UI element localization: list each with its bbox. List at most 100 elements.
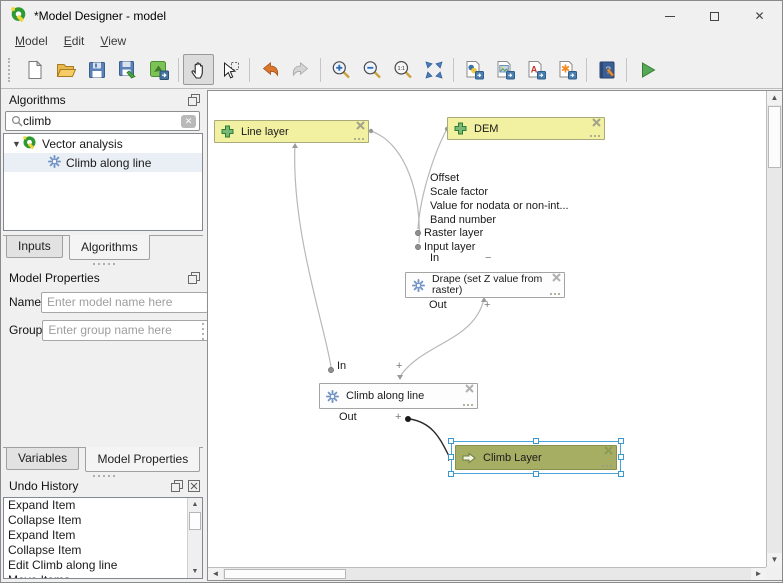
- export-as-image-button[interactable]: [489, 54, 520, 85]
- scroll-right-icon[interactable]: ►: [751, 568, 766, 580]
- remove-node-icon[interactable]: [592, 118, 601, 130]
- selection-handle[interactable]: [448, 454, 454, 460]
- menu-model[interactable]: Model: [7, 32, 56, 50]
- remove-node-icon[interactable]: [552, 273, 561, 285]
- undo-item[interactable]: Collapse Item: [4, 543, 202, 558]
- expand-outputs-toggle[interactable]: +: [484, 299, 490, 311]
- dock-splitter-handle[interactable]: [201, 321, 205, 341]
- tab-algorithms[interactable]: Algorithms: [69, 235, 150, 260]
- expander-icon[interactable]: ▼: [12, 139, 22, 149]
- float-panel-icon[interactable]: [188, 272, 200, 284]
- node-options-icon[interactable]: [602, 465, 613, 468]
- new-model-button[interactable]: [19, 54, 50, 85]
- export-as-svg-button[interactable]: [551, 54, 582, 85]
- node-options-icon[interactable]: [590, 135, 601, 138]
- selection-handle[interactable]: [618, 438, 624, 444]
- menu-view[interactable]: View: [92, 32, 134, 50]
- param-label: Offset: [430, 172, 459, 184]
- qgis-logo-icon: [10, 6, 27, 26]
- toolbar-grip[interactable]: [8, 58, 14, 82]
- menu-bar: Model Edit View: [1, 31, 782, 51]
- selection-handle[interactable]: [533, 471, 539, 477]
- param-label-socket: Raster layer: [424, 227, 483, 239]
- close-panel-icon[interactable]: [188, 480, 200, 492]
- selection-handle[interactable]: [618, 471, 624, 477]
- undo-item[interactable]: Expand Item: [4, 528, 202, 543]
- remove-node-icon[interactable]: [465, 384, 474, 396]
- selection-handle[interactable]: [448, 438, 454, 444]
- select-tool-button[interactable]: [214, 54, 245, 85]
- help-button[interactable]: ?: [591, 54, 622, 85]
- minimize-button[interactable]: [647, 1, 692, 31]
- dock-splitter-handle[interactable]: [1, 261, 206, 267]
- save-model-button[interactable]: [81, 54, 112, 85]
- node-climb-along-line[interactable]: Climb along line: [319, 383, 478, 409]
- zoom-in-button[interactable]: [325, 54, 356, 85]
- export-as-pdf-button[interactable]: A: [520, 54, 551, 85]
- export-as-python-button[interactable]: [458, 54, 489, 85]
- undo-list-scrollbar[interactable]: ▲ ▼: [187, 498, 202, 578]
- zoom-full-button[interactable]: [418, 54, 449, 85]
- undo-item[interactable]: Expand Item: [4, 498, 202, 513]
- scrollbar-thumb[interactable]: [189, 512, 201, 530]
- node-options-icon[interactable]: [463, 404, 474, 407]
- menu-edit[interactable]: Edit: [56, 32, 93, 50]
- search-input[interactable]: [23, 114, 181, 128]
- selection-handle[interactable]: [533, 438, 539, 444]
- clear-search-icon[interactable]: ✕: [181, 115, 196, 128]
- undo-button[interactable]: [254, 54, 285, 85]
- pan-tool-button[interactable]: [183, 54, 214, 85]
- undo-item[interactable]: Collapse Item: [4, 513, 202, 528]
- titlebar[interactable]: *Model Designer - model ✕: [1, 1, 782, 31]
- scrollbar-thumb[interactable]: [224, 569, 346, 579]
- undo-item[interactable]: Move Items: [4, 573, 202, 579]
- export-image-icon: [494, 59, 516, 81]
- tree-group-vector-analysis[interactable]: ▼ Vector analysis: [4, 134, 202, 153]
- node-drape[interactable]: Drape (set Z value from raster): [405, 272, 565, 298]
- save-model-as-button[interactable]: [112, 54, 143, 85]
- expand-outputs-toggle[interactable]: +: [395, 411, 401, 423]
- expand-params-toggle[interactable]: +: [396, 360, 402, 372]
- node-climb-layer[interactable]: Climb Layer: [455, 445, 617, 470]
- model-group-input[interactable]: [42, 320, 209, 341]
- undo-item[interactable]: Edit Climb along line: [4, 558, 202, 573]
- selection-handle[interactable]: [618, 454, 624, 460]
- model-edges: [208, 91, 766, 567]
- tab-model-properties[interactable]: Model Properties: [85, 447, 200, 472]
- scroll-down-icon[interactable]: ▼: [188, 565, 202, 578]
- climb-in-label: In: [337, 360, 346, 372]
- node-line-layer[interactable]: Line layer: [214, 120, 369, 143]
- redo-button[interactable]: [285, 54, 316, 85]
- tab-inputs[interactable]: Inputs: [6, 236, 63, 258]
- node-options-icon[interactable]: [354, 138, 365, 141]
- remove-node-icon[interactable]: [604, 446, 613, 458]
- float-panel-icon[interactable]: [188, 94, 200, 106]
- scroll-up-icon[interactable]: ▲: [767, 91, 782, 105]
- zoom-actual-button[interactable]: 1:1: [387, 54, 418, 85]
- canvas-horizontal-scrollbar[interactable]: ◄ ►: [208, 567, 766, 580]
- tab-variables[interactable]: Variables: [6, 448, 79, 470]
- scroll-up-icon[interactable]: ▲: [188, 498, 202, 511]
- zoom-out-button[interactable]: [356, 54, 387, 85]
- model-canvas[interactable]: Line layer DEM Offset Scale factor Value…: [208, 91, 766, 567]
- float-panel-icon[interactable]: [171, 480, 183, 492]
- collapse-params-toggle[interactable]: −: [485, 252, 491, 264]
- input-plus-icon: [221, 125, 234, 138]
- canvas-vertical-scrollbar[interactable]: ▲ ▼: [766, 91, 782, 567]
- qgis-logo-icon: [22, 135, 37, 153]
- maximize-button[interactable]: [692, 1, 737, 31]
- export-model-image-button[interactable]: [143, 54, 174, 85]
- scroll-left-icon[interactable]: ◄: [208, 568, 223, 580]
- help-book-icon: ?: [596, 59, 618, 81]
- run-model-button[interactable]: [631, 54, 662, 85]
- remove-node-icon[interactable]: [356, 121, 365, 133]
- selection-handle[interactable]: [448, 471, 454, 477]
- scrollbar-thumb[interactable]: [768, 106, 781, 168]
- close-button[interactable]: ✕: [737, 1, 782, 31]
- node-options-icon[interactable]: [550, 293, 561, 296]
- scroll-down-icon[interactable]: ▼: [767, 553, 782, 567]
- node-dem[interactable]: DEM: [447, 117, 605, 140]
- open-model-button[interactable]: [50, 54, 81, 85]
- model-name-input[interactable]: [41, 292, 208, 313]
- tree-item-climb-along-line[interactable]: Climb along line: [4, 153, 202, 172]
